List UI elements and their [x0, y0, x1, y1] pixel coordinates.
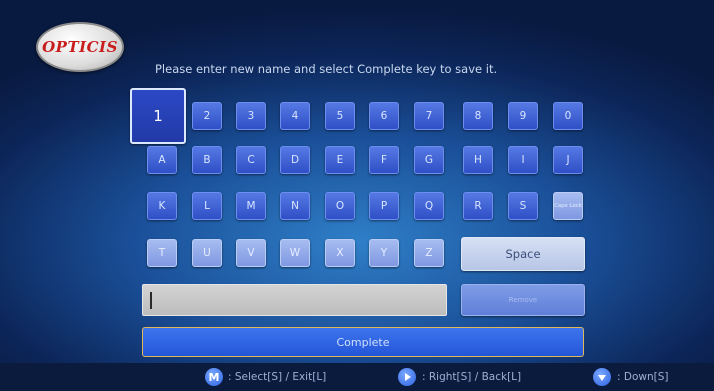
key-b[interactable]: B	[192, 146, 222, 174]
key-t[interactable]: T	[147, 239, 177, 267]
key-3[interactable]: 3	[236, 102, 266, 130]
key-u[interactable]: U	[192, 239, 222, 267]
help-right-text: : Right[S] / Back[L]	[422, 371, 522, 383]
help-down-text: : Down[S]	[617, 371, 669, 383]
instruction-text: Please enter new name and select Complet…	[155, 62, 498, 76]
key-6[interactable]: 6	[369, 102, 399, 130]
play-right-icon	[398, 368, 416, 386]
key-m[interactable]: M	[236, 192, 266, 220]
key-a[interactable]: A	[147, 146, 177, 174]
key-2[interactable]: 2	[192, 102, 222, 130]
remove-key[interactable]: Remove	[461, 284, 585, 316]
key-0[interactable]: 0	[553, 102, 583, 130]
key-5[interactable]: 5	[325, 102, 355, 130]
key-k[interactable]: K	[147, 192, 177, 220]
rename-screen: OPTICIS Please enter new name and select…	[0, 0, 714, 391]
help-select-text: : Select[S] / Exit[L]	[228, 371, 327, 383]
space-key[interactable]: Space	[461, 237, 585, 271]
complete-button[interactable]: Complete	[142, 327, 584, 357]
key-8[interactable]: 8	[463, 102, 493, 130]
key-f[interactable]: F	[369, 146, 399, 174]
key-s[interactable]: S	[508, 192, 538, 220]
key-q[interactable]: Q	[414, 192, 444, 220]
name-input[interactable]	[142, 284, 447, 316]
key-d[interactable]: D	[280, 146, 310, 174]
key-l[interactable]: L	[192, 192, 222, 220]
text-cursor	[150, 292, 152, 309]
logo-text: OPTICIS	[42, 38, 118, 56]
m-button-icon: M	[205, 368, 223, 386]
key-x[interactable]: X	[325, 239, 355, 267]
key-1[interactable]: 1	[130, 88, 186, 144]
key-4[interactable]: 4	[280, 102, 310, 130]
key-e[interactable]: E	[325, 146, 355, 174]
key-v[interactable]: V	[236, 239, 266, 267]
key-i[interactable]: I	[508, 146, 538, 174]
key-w[interactable]: W	[280, 239, 310, 267]
key-caps-lock[interactable]: Caps Lock	[553, 192, 583, 220]
key-y[interactable]: Y	[369, 239, 399, 267]
opticis-logo: OPTICIS	[36, 22, 124, 72]
key-h[interactable]: H	[463, 146, 493, 174]
key-j[interactable]: J	[553, 146, 583, 174]
key-r[interactable]: R	[463, 192, 493, 220]
key-g[interactable]: G	[414, 146, 444, 174]
key-o[interactable]: O	[325, 192, 355, 220]
key-p[interactable]: P	[369, 192, 399, 220]
key-c[interactable]: C	[236, 146, 266, 174]
key-n[interactable]: N	[280, 192, 310, 220]
key-z[interactable]: Z	[414, 239, 444, 267]
key-7[interactable]: 7	[414, 102, 444, 130]
chevron-down-icon	[593, 368, 611, 386]
key-9[interactable]: 9	[508, 102, 538, 130]
